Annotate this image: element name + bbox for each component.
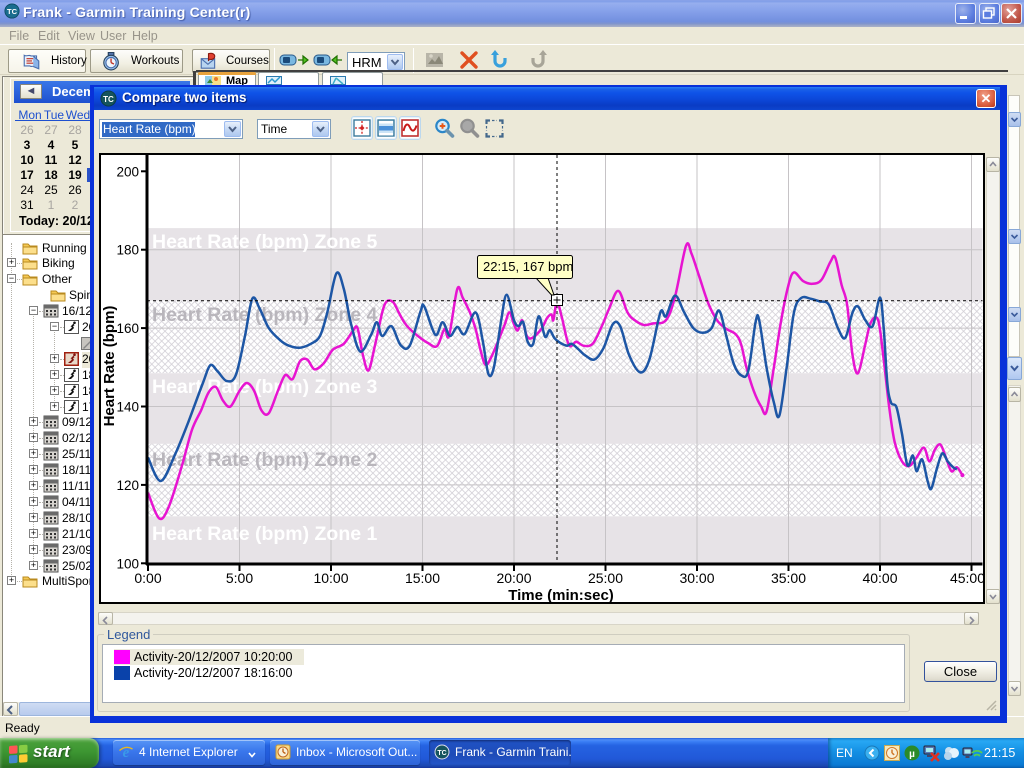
svg-text:40:00: 40:00 <box>862 570 897 586</box>
svg-text:35:00: 35:00 <box>771 570 806 586</box>
svg-text:Heart Rate (bpm) Zone 3: Heart Rate (bpm) Zone 3 <box>152 376 378 398</box>
svg-text:TC: TC <box>7 7 18 16</box>
svg-text:160: 160 <box>116 321 139 336</box>
svg-text:180: 180 <box>116 243 139 258</box>
svg-text:Time (min:sec): Time (min:sec) <box>508 587 614 604</box>
svg-text:22:15, 167 bpm: 22:15, 167 bpm <box>483 259 573 274</box>
svg-text:Heart Rate (bpm) Zone 5: Heart Rate (bpm) Zone 5 <box>152 231 378 253</box>
svg-text:TC: TC <box>437 750 446 757</box>
svg-text:200: 200 <box>116 164 139 179</box>
svg-text:5:00: 5:00 <box>226 570 253 586</box>
svg-text:30:00: 30:00 <box>679 570 714 586</box>
svg-text:45:00: 45:00 <box>950 570 985 586</box>
svg-text:20:00: 20:00 <box>496 570 531 586</box>
svg-text:140: 140 <box>116 400 139 415</box>
svg-text:Heart Rate (bpm): Heart Rate (bpm) <box>101 306 118 427</box>
svg-text:15:00: 15:00 <box>405 570 440 586</box>
svg-text:10:00: 10:00 <box>313 570 348 586</box>
svg-text:TC: TC <box>103 95 114 104</box>
svg-text:0:00: 0:00 <box>134 570 161 586</box>
svg-text:120: 120 <box>116 478 139 493</box>
svg-text:µ: µ <box>909 749 915 760</box>
svg-text:Heart Rate (bpm) Zone 1: Heart Rate (bpm) Zone 1 <box>152 523 378 545</box>
svg-text:25:00: 25:00 <box>588 570 623 586</box>
